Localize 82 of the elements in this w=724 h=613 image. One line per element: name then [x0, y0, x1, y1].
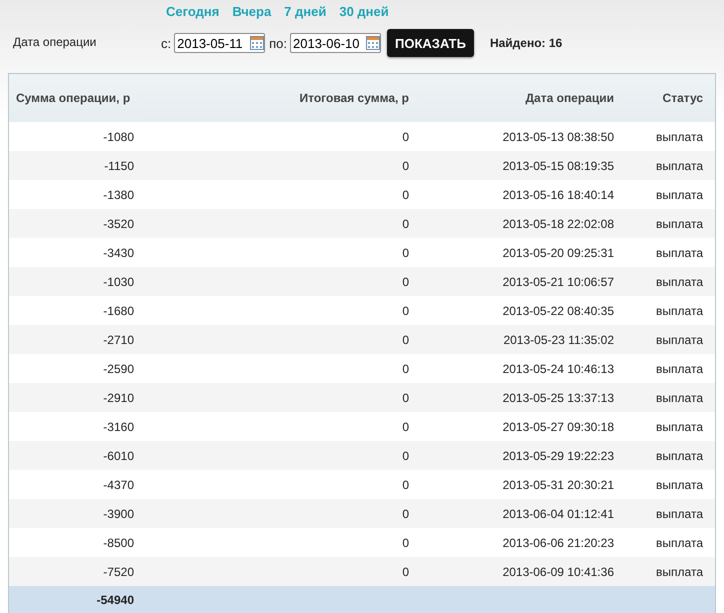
- column-header: Дата операции: [416, 74, 621, 122]
- total-cell: -54940: [8, 586, 141, 613]
- found-count: Найдено: 16: [490, 36, 562, 50]
- table-cell: -1030: [8, 267, 141, 296]
- table-cell: -3520: [8, 209, 141, 238]
- table-cell: выплата: [621, 209, 716, 238]
- table-cell: 0: [141, 557, 416, 586]
- table-cell: 2013-06-09 10:41:36: [416, 557, 621, 586]
- column-header: Статус: [621, 74, 716, 122]
- table-cell: -1080: [8, 122, 141, 151]
- table-cell: выплата: [621, 267, 716, 296]
- table-cell: 2013-05-16 18:40:14: [416, 180, 621, 209]
- from-date-field[interactable]: 2013-05-11: [174, 33, 266, 53]
- table-cell: -2710: [8, 325, 141, 354]
- table-cell: 2013-05-24 10:46:13: [416, 354, 621, 383]
- table-cell: 2013-06-04 01:12:41: [416, 499, 621, 528]
- table-cell: 2013-05-21 10:06:57: [416, 267, 621, 296]
- date-range-link[interactable]: Сегодня: [166, 4, 220, 24]
- table-cell: 0: [141, 528, 416, 557]
- to-label: по:: [269, 36, 288, 50]
- table-cell: -1680: [8, 296, 141, 325]
- table-cell: 2013-06-06 21:20:23: [416, 528, 621, 557]
- table-cell: выплата: [621, 499, 716, 528]
- table-cell: 2013-05-25 13:37:13: [416, 383, 621, 412]
- table-cell: выплата: [621, 354, 716, 383]
- column-header: Итоговая сумма, р: [141, 74, 416, 122]
- table-cell: 2013-05-23 11:35:02: [416, 325, 621, 354]
- from-label: с:: [161, 36, 172, 50]
- table-cell: выплата: [621, 151, 716, 180]
- table-cell: выплата: [621, 238, 716, 267]
- table-cell: 2013-05-31 20:30:21: [416, 470, 621, 499]
- table-cell: -1380: [8, 180, 141, 209]
- calendar-icon[interactable]: [250, 36, 264, 50]
- table-cell: выплата: [621, 296, 716, 325]
- table-cell: 0: [141, 151, 416, 180]
- table-cell: выплата: [621, 412, 716, 441]
- table-cell: -2910: [8, 383, 141, 412]
- table-cell: 0: [141, 383, 416, 412]
- table-cell: -1150: [8, 151, 141, 180]
- table-cell: 0: [141, 354, 416, 383]
- table-cell: -8500: [8, 528, 141, 557]
- table-cell: 0: [141, 325, 416, 354]
- table-cell: 2013-05-13 08:38:50: [416, 122, 621, 151]
- to-date-field[interactable]: 2013-06-10: [290, 33, 382, 53]
- filter-label: Дата операции: [13, 35, 98, 49]
- table-cell: -7520: [8, 557, 141, 586]
- table-cell: 0: [141, 296, 416, 325]
- table-cell: 2013-05-20 09:25:31: [416, 238, 621, 267]
- table-cell: выплата: [621, 557, 716, 586]
- table-cell: 2013-05-22 08:40:35: [416, 296, 621, 325]
- table-cell: 2013-05-29 19:22:23: [416, 441, 621, 470]
- table-cell: -3430: [8, 238, 141, 267]
- column-header: Сумма операции, р: [8, 74, 141, 122]
- table-cell: 0: [141, 441, 416, 470]
- table-cell: выплата: [621, 325, 716, 354]
- table-cell: 0: [141, 180, 416, 209]
- table-cell: выплата: [621, 383, 716, 412]
- table-cell: 2013-05-18 22:02:08: [416, 209, 621, 238]
- table-cell: 0: [141, 499, 416, 528]
- table-cell: выплата: [621, 528, 716, 557]
- table-cell: выплата: [621, 441, 716, 470]
- table-cell: -3900: [8, 499, 141, 528]
- table-cell: 0: [141, 412, 416, 441]
- table-cell: 0: [141, 209, 416, 238]
- date-range-link[interactable]: Вчера: [232, 4, 272, 24]
- table-cell: 0: [141, 267, 416, 296]
- table-cell: -4370: [8, 470, 141, 499]
- table-cell: выплата: [621, 122, 716, 151]
- date-range-link[interactable]: 30 дней: [339, 4, 389, 24]
- table-cell: -6010: [8, 441, 141, 470]
- table-cell: выплата: [621, 470, 716, 499]
- calendar-icon[interactable]: [366, 36, 380, 50]
- table-cell: выплата: [621, 180, 716, 209]
- table-cell: 2013-05-15 08:19:35: [416, 151, 621, 180]
- table-cell: -2590: [8, 354, 141, 383]
- table-cell: 0: [141, 238, 416, 267]
- date-range-link[interactable]: 7 дней: [284, 4, 326, 24]
- show-button[interactable]: ПОКАЗАТЬ: [387, 29, 474, 57]
- table-cell: -3160: [8, 412, 141, 441]
- table-cell: 0: [141, 470, 416, 499]
- table-cell: 0: [141, 122, 416, 151]
- table-cell: 2013-05-27 09:30:18: [416, 412, 621, 441]
